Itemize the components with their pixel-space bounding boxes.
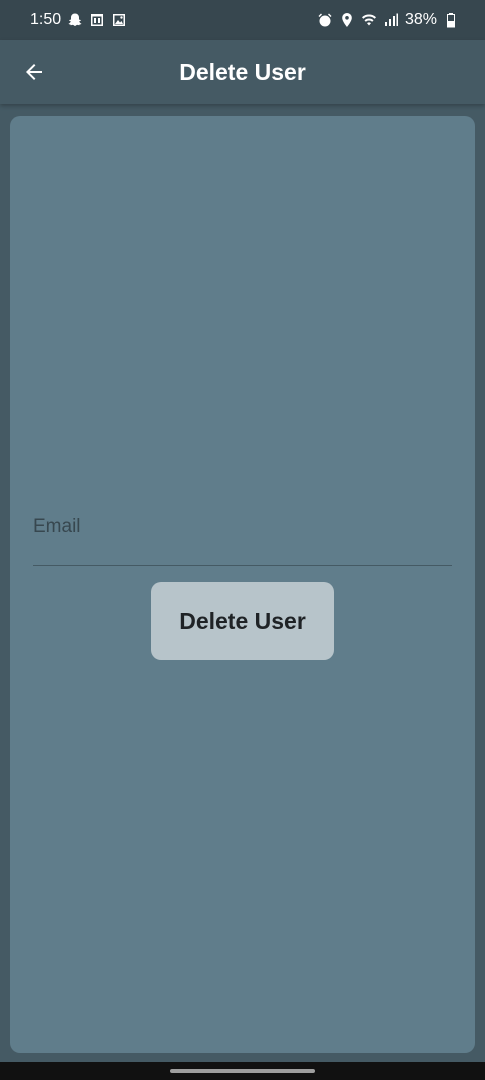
- app-bar: Delete User: [0, 40, 485, 104]
- email-field[interactable]: Email: [33, 506, 452, 566]
- signal-icon: [383, 12, 399, 28]
- status-bar: 1:50 38%: [0, 0, 485, 40]
- status-right: 38%: [317, 11, 459, 29]
- delete-user-button[interactable]: Delete User: [151, 582, 334, 660]
- battery-percent: 38%: [404, 11, 437, 28]
- location-icon: [339, 12, 355, 28]
- snapchat-icon: [67, 12, 83, 28]
- email-input[interactable]: [33, 506, 452, 565]
- calendar-icon: [89, 12, 105, 28]
- wifi-icon: [361, 12, 377, 28]
- battery-icon: [443, 12, 459, 28]
- form-card: Email Delete User: [10, 116, 475, 1053]
- alarm-icon: [317, 12, 333, 28]
- arrow-left-icon: [26, 64, 42, 80]
- back-button[interactable]: [14, 52, 54, 92]
- status-left: 1:50: [30, 11, 127, 29]
- gallery-icon: [111, 12, 127, 28]
- page-title: Delete User: [179, 58, 306, 85]
- home-indicator[interactable]: [170, 1069, 315, 1073]
- navigation-bar: [0, 1062, 485, 1080]
- status-time: 1:50: [30, 11, 62, 28]
